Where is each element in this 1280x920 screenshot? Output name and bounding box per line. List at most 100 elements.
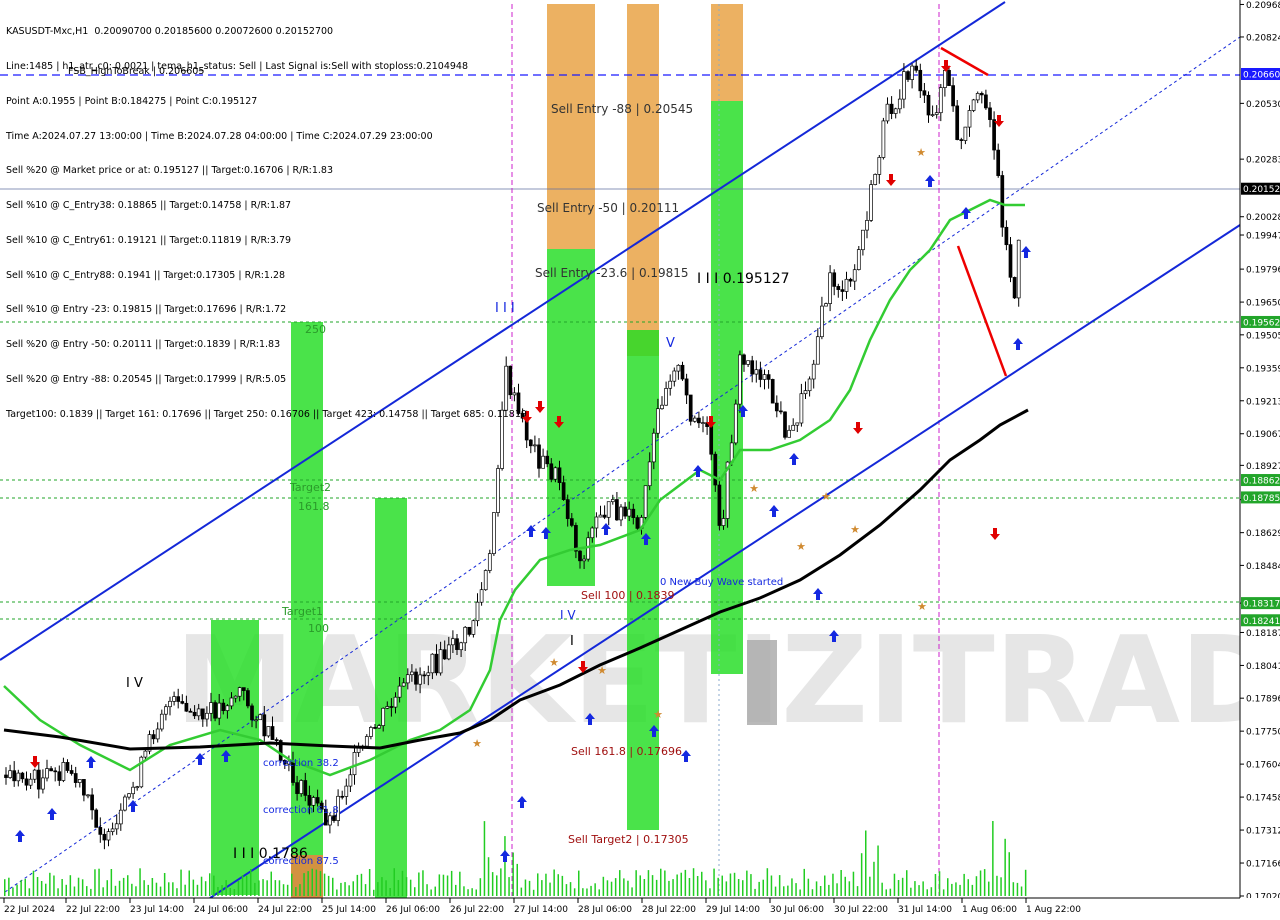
- volume-bar: [705, 880, 707, 896]
- volume-bar: [286, 884, 289, 896]
- volume-bar: [40, 881, 43, 896]
- volume-bar: [204, 881, 207, 896]
- volume-bar: [713, 868, 715, 896]
- candle-body: [738, 354, 742, 405]
- volume-bar: [352, 881, 354, 896]
- volume-bar: [877, 845, 879, 896]
- candle-body: [1008, 244, 1013, 278]
- time-tick-label: 26 Jul 22:00: [450, 905, 504, 915]
- candle-body: [422, 674, 427, 677]
- volume-bar: [537, 873, 539, 896]
- volume-bar: [721, 875, 723, 896]
- volume-bar: [299, 884, 301, 896]
- volume-bar: [90, 888, 92, 896]
- volume-bar: [844, 876, 846, 896]
- volume-bar: [151, 878, 154, 896]
- volume-bar: [815, 881, 818, 896]
- candle-body: [430, 653, 435, 674]
- volume-bar: [459, 871, 461, 896]
- candle-body: [672, 370, 677, 382]
- volume-bar: [848, 881, 851, 896]
- candle-body: [192, 711, 197, 717]
- chart-annotation-label: correction 38.2: [263, 758, 339, 769]
- candle-body: [246, 690, 250, 707]
- volume-bar: [967, 879, 969, 896]
- fsb-overlap-label: FSB_HighToBreak | 0.206605: [68, 66, 205, 77]
- volume-bar: [1020, 886, 1023, 896]
- volume-bar: [819, 886, 822, 896]
- candle-body: [791, 424, 796, 431]
- signal-zone: [747, 640, 777, 725]
- volume-bar: [127, 875, 129, 896]
- volume-bar: [36, 877, 39, 896]
- volume-bar: [672, 879, 674, 896]
- volume-bar: [590, 885, 592, 896]
- candle-body: [852, 269, 857, 282]
- candle-body: [528, 439, 533, 447]
- candle-body: [836, 286, 841, 290]
- candle-body: [57, 771, 62, 781]
- volume-bar: [114, 885, 117, 896]
- candle-body: [410, 671, 414, 676]
- candle-body: [176, 696, 181, 702]
- candle-body: [24, 778, 29, 786]
- candle-body: [586, 537, 591, 560]
- volume-bar: [893, 873, 896, 896]
- volume-bar: [860, 853, 863, 896]
- candle-body: [680, 364, 685, 380]
- candle-body: [209, 702, 213, 714]
- candle-body: [1004, 226, 1009, 246]
- volume-bar: [172, 882, 174, 896]
- candle-body: [906, 71, 910, 80]
- volume-bar: [147, 884, 149, 896]
- volume-bar: [184, 884, 186, 896]
- price-tick-label: 0.17166: [1246, 860, 1280, 870]
- volume-bar: [774, 886, 777, 896]
- volume-bar: [623, 878, 625, 896]
- volume-bar: [938, 871, 941, 896]
- volume-bar: [483, 821, 486, 896]
- info-line: Time A:2024.07.27 13:00:00 | Time B:2024…: [6, 130, 433, 142]
- volume-bar: [377, 882, 379, 896]
- volume-bar: [992, 821, 994, 896]
- time-tick-label: 23 Jul 14:00: [130, 905, 184, 915]
- volume-bar: [512, 852, 514, 896]
- price-tick-label: 0.20968: [1246, 1, 1280, 11]
- volume-bar: [856, 886, 859, 896]
- candle-body: [610, 499, 615, 503]
- candle-body: [742, 354, 746, 365]
- candle-body: [828, 272, 832, 304]
- candle-body: [713, 453, 718, 486]
- chart-annotation-label: I V: [560, 608, 576, 622]
- volume-bar: [250, 869, 252, 896]
- chart-annotation-label: 161.8: [298, 500, 330, 513]
- volume-bar: [983, 869, 986, 896]
- signal-zone: [627, 4, 659, 356]
- volume-bar: [360, 873, 363, 896]
- volume-bar: [98, 868, 100, 896]
- candle-body: [340, 795, 345, 798]
- candle-body: [848, 278, 853, 282]
- volume-bar: [619, 870, 621, 896]
- chart-annotation-label: Target2: [289, 481, 331, 494]
- candle-body: [807, 378, 812, 392]
- candle-body: [151, 734, 156, 740]
- volume-bar: [561, 875, 564, 896]
- candle-body: [274, 739, 279, 741]
- price-tick-label: 0.20530: [1246, 100, 1280, 110]
- chart-annotation-label: Sell Entry -23.6 | 0.19815: [535, 266, 689, 280]
- volume-bar: [651, 875, 654, 896]
- candle-body: [537, 444, 541, 469]
- volume-bar: [532, 889, 535, 896]
- candle-body: [971, 99, 976, 111]
- volume-bar: [557, 874, 559, 896]
- candle-body: [196, 708, 201, 717]
- candle-body: [545, 455, 550, 465]
- volume-bar: [274, 880, 277, 896]
- volume-bar: [758, 881, 760, 896]
- volume-bar: [401, 870, 404, 896]
- volume-bar: [139, 868, 141, 896]
- candle-body: [701, 422, 705, 424]
- volume-bar: [901, 877, 904, 896]
- volume-bar: [241, 875, 244, 896]
